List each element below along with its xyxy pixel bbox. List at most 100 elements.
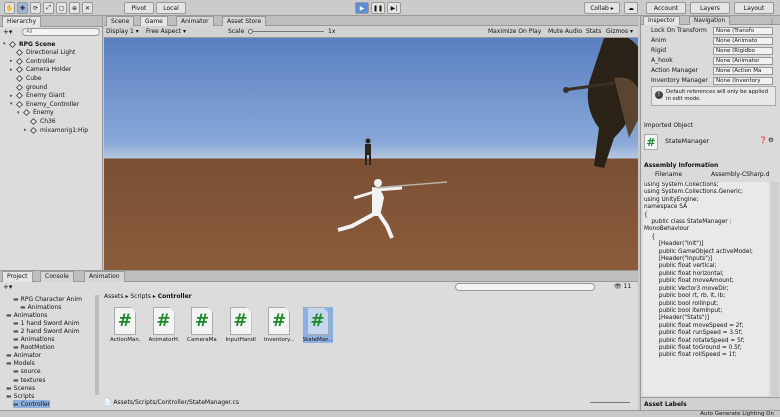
tree-scrollbar[interactable] <box>95 295 99 395</box>
project-folder-item[interactable]: ▬ RootMotion <box>13 344 55 352</box>
scale-tool-icon[interactable]: ⤢ <box>43 2 54 14</box>
hierarchy-item[interactable]: ▸ Enemy Giant <box>10 92 65 100</box>
hand-tool-icon[interactable]: ✋ <box>4 2 15 14</box>
tab-animator[interactable]: Animator <box>176 16 214 26</box>
script-asset[interactable]: # Inventory... <box>264 307 294 343</box>
hierarchy-item[interactable]: Cube <box>10 74 42 82</box>
pivot-button[interactable]: Pivot <box>124 2 154 14</box>
rotate-tool-icon[interactable]: ⟳ <box>30 2 41 14</box>
tab-project[interactable]: Project <box>2 271 33 282</box>
hierarchy-item[interactable]: ground <box>10 83 47 91</box>
step-button[interactable]: ▶| <box>387 2 401 14</box>
hierarchy-item[interactable]: ▸ Camera Holder <box>10 66 71 74</box>
expand-arrow-icon[interactable]: ▸ <box>24 127 29 133</box>
object-reference-field[interactable]: None (Transfo <box>713 27 773 35</box>
code-line: public bool itemInput; <box>644 307 723 314</box>
collab-button[interactable]: Collab ▸ <box>584 2 620 14</box>
project-folder-item[interactable]: ▬ 1 hand Sword Anim <box>13 319 79 327</box>
maximize-on-play-toggle[interactable]: Maximize On Play <box>488 28 541 35</box>
rect-tool-icon[interactable]: ▢ <box>56 2 67 14</box>
project-folder-item[interactable]: ▬ Models <box>6 360 35 368</box>
script-asset[interactable]: # InputHandl... <box>226 307 256 343</box>
project-folder-item[interactable]: ▬ RPG Character Anim <box>13 295 82 303</box>
layout-dropdown[interactable]: Layout <box>734 2 774 14</box>
custom-tool-icon[interactable]: ✕ <box>82 2 93 14</box>
project-folder-item[interactable]: ▬ Controller <box>13 400 51 409</box>
scale-slider[interactable] <box>248 31 324 32</box>
play-button[interactable]: ▶ <box>355 2 369 14</box>
settings-gear-icon[interactable]: ⚙ <box>768 136 774 144</box>
hierarchy-item-label: ground <box>26 83 48 91</box>
hierarchy-item[interactable]: ▾ Enemy_Controller <box>10 100 79 108</box>
scale-slider-thumb[interactable] <box>248 29 253 34</box>
icon-size-slider[interactable] <box>590 402 630 403</box>
hierarchy-item[interactable]: ▾ Enemy <box>17 109 54 117</box>
expand-arrow-icon[interactable]: ▾ <box>3 41 8 47</box>
project-folder-item[interactable]: ▬ Scripts <box>6 392 34 400</box>
object-reference-field[interactable]: None (Action Ma <box>713 67 773 75</box>
hierarchy-item[interactable]: ▸ Controller <box>10 57 56 65</box>
aspect-dropdown[interactable]: Free Aspect ▾ <box>146 28 186 35</box>
folder-label: source <box>20 368 41 376</box>
expand-arrow-icon[interactable]: ▾ <box>17 110 22 116</box>
gizmos-dropdown[interactable]: Gizmos ▾ <box>606 28 633 35</box>
pause-button[interactable]: ❚❚ <box>371 2 385 14</box>
account-dropdown[interactable]: Account <box>646 2 686 14</box>
hierarchy-search-input[interactable] <box>22 28 100 36</box>
tab-navigation[interactable]: Navigation <box>689 16 731 25</box>
code-line: [Header("Stats")] <box>644 315 710 322</box>
expand-arrow-icon[interactable]: ▸ <box>10 93 15 99</box>
cloud-icon[interactable]: ☁ <box>624 2 638 14</box>
tab-inspector[interactable]: Inspector <box>643 16 681 25</box>
mute-audio-toggle[interactable]: Mute Audio <box>548 28 582 35</box>
breadcrumb-scripts[interactable]: Scripts <box>130 293 151 300</box>
display-dropdown[interactable]: Display 1 ▾ <box>106 28 139 35</box>
breadcrumb-assets[interactable]: Assets <box>104 293 124 300</box>
project-folder-item[interactable]: ▬ textures <box>13 376 45 384</box>
code-scrollbar[interactable] <box>771 182 779 396</box>
project-folder-item[interactable]: ▬ Scenes <box>6 384 35 392</box>
object-reference-field[interactable]: None (Rigidbo <box>713 47 773 55</box>
project-folder-item[interactable]: ▬ Animations <box>13 336 54 344</box>
inspector-menu-icon[interactable]: ⋮ <box>769 19 775 26</box>
move-tool-icon[interactable]: ✥ <box>17 2 28 14</box>
local-button[interactable]: Local <box>156 2 186 14</box>
layers-dropdown[interactable]: Layers <box>690 2 730 14</box>
tab-asset-store[interactable]: Asset Store <box>222 16 267 26</box>
project-folder-item[interactable]: ▬ 2 hand Sword Anim <box>13 327 79 335</box>
transform-tool-icon[interactable]: ⊕ <box>69 2 80 14</box>
expand-arrow-icon[interactable]: ▸ <box>10 58 15 64</box>
create-plus-icon[interactable]: +▾ <box>3 28 12 36</box>
stats-toggle[interactable]: Stats <box>586 28 601 35</box>
tab-hierarchy[interactable]: Hierarchy <box>2 16 42 27</box>
project-search-input[interactable] <box>455 283 595 291</box>
expand-arrow-icon[interactable]: ▸ <box>10 67 15 73</box>
game-viewport[interactable] <box>104 38 638 270</box>
tab-scene[interactable]: Scene <box>106 16 135 26</box>
project-folder-item[interactable]: ▬ Animator <box>6 352 41 360</box>
hierarchy-item[interactable]: Directional Light <box>10 49 75 57</box>
tab-game[interactable]: Game <box>140 16 168 26</box>
help-icon[interactable]: ❓ <box>759 136 767 144</box>
script-asset[interactable]: # CameraMa... <box>187 307 217 343</box>
object-reference-field[interactable]: None (Animator <box>713 57 773 65</box>
code-line: public float rotateSpeed = 5f; <box>644 337 745 344</box>
object-reference-field[interactable]: None (Animato <box>713 37 773 45</box>
tab-console[interactable]: Console <box>40 271 74 282</box>
hierarchy-item[interactable]: Ch36 <box>24 117 56 125</box>
gameobject-icon <box>15 83 24 91</box>
project-folder-item[interactable]: ▬ source <box>13 368 41 376</box>
project-folder-item[interactable]: ▬ Animations <box>6 311 47 319</box>
script-asset[interactable]: # ActionMan... <box>110 307 140 343</box>
object-reference-field[interactable]: None (Inventory <box>713 77 773 85</box>
hierarchy-item[interactable]: ▸ mixamorig1:Hip <box>24 126 88 134</box>
script-asset[interactable]: # AnimatorH... <box>149 307 179 343</box>
breadcrumb-controller[interactable]: Controller <box>158 293 192 300</box>
hierarchy-item[interactable]: ▾ RPG Scene <box>3 40 55 48</box>
script-asset[interactable]: # StateMan... <box>302 307 333 343</box>
project-create-icon[interactable]: +▾ <box>3 283 12 291</box>
tab-animation[interactable]: Animation <box>84 271 125 282</box>
gameobject-icon <box>15 49 24 57</box>
expand-arrow-icon[interactable]: ▾ <box>10 101 15 107</box>
project-folder-item[interactable]: ▬ Animations <box>20 303 61 311</box>
